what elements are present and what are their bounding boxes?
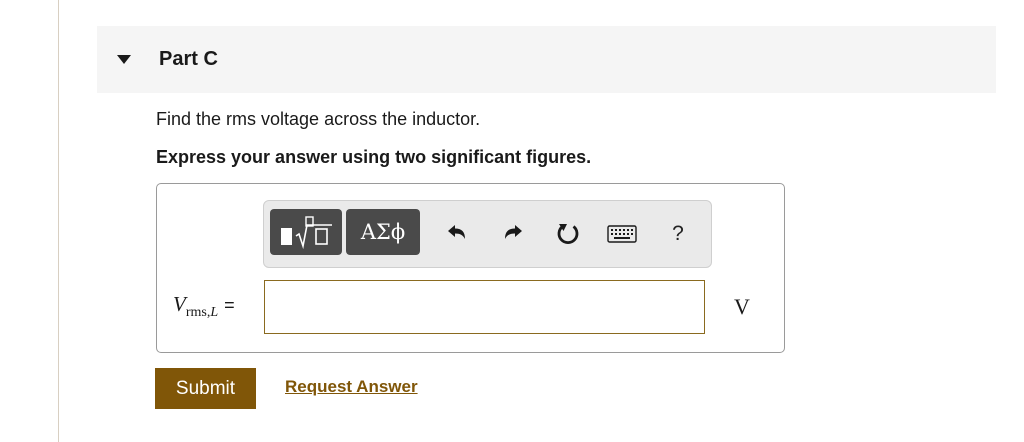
redo-button[interactable] bbox=[498, 219, 528, 249]
submit-button[interactable]: Submit bbox=[155, 368, 256, 409]
answer-variable-label: Vrms,L = bbox=[173, 292, 235, 321]
variable-subscript: rms, bbox=[185, 305, 211, 320]
undo-icon bbox=[448, 225, 465, 239]
variable-symbol: V bbox=[173, 292, 186, 316]
answer-box: ΑΣϕ ? Vrms,L = V bbox=[156, 183, 785, 353]
equals-sign: = bbox=[224, 295, 235, 315]
help-button[interactable]: ? bbox=[663, 219, 693, 249]
reset-icon bbox=[557, 224, 579, 245]
question-text: Find the rms voltage across the inductor… bbox=[156, 109, 481, 129]
left-margin-rule bbox=[58, 0, 59, 442]
caret-down-icon[interactable] bbox=[117, 55, 131, 64]
answer-input[interactable] bbox=[264, 280, 705, 334]
keyboard-icon bbox=[607, 225, 637, 243]
unit-label: V bbox=[734, 294, 750, 319]
undo-button[interactable] bbox=[442, 219, 472, 249]
greek-symbols-button[interactable]: ΑΣϕ bbox=[346, 209, 420, 255]
math-toolbar: ΑΣϕ ? bbox=[263, 200, 712, 268]
request-answer-link[interactable]: Request Answer bbox=[285, 377, 418, 397]
part-header[interactable]: Part C bbox=[97, 26, 996, 93]
variable-subscript-italic: L bbox=[210, 305, 219, 320]
math-templates-icon bbox=[281, 216, 332, 249]
keyboard-button[interactable] bbox=[607, 219, 637, 249]
part-title: Part C bbox=[159, 48, 218, 70]
redo-icon bbox=[505, 225, 522, 239]
reset-button[interactable] bbox=[553, 219, 583, 249]
answer-instruction: Express your answer using two significan… bbox=[156, 147, 592, 167]
math-templates-button[interactable] bbox=[270, 209, 342, 255]
